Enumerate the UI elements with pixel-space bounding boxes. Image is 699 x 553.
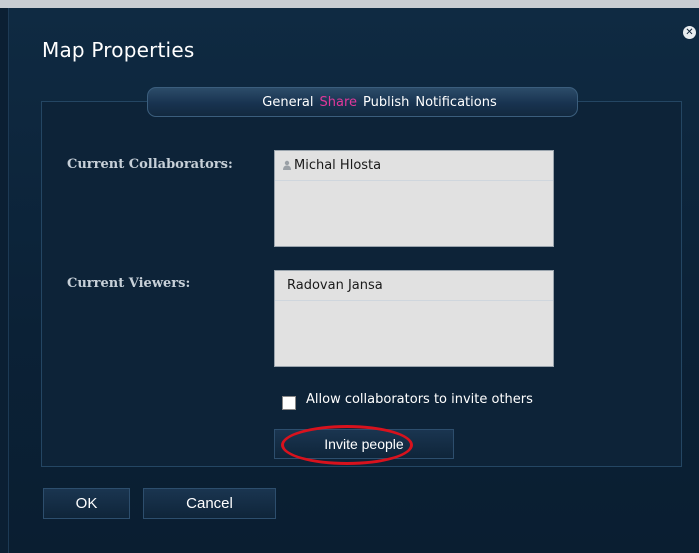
tab-general[interactable]: General bbox=[262, 95, 313, 110]
viewers-label: Current Viewers: bbox=[67, 276, 191, 291]
tab-bar: General Share Publish Notifications bbox=[147, 87, 578, 117]
dialog-title: Map Properties bbox=[42, 38, 195, 62]
viewer-name: Radovan Jansa bbox=[287, 278, 383, 293]
allow-invite-label: Allow collaborators to invite others bbox=[306, 392, 533, 407]
tab-publish[interactable]: Publish bbox=[363, 95, 409, 110]
viewers-list[interactable]: Radovan Jansa bbox=[274, 270, 554, 367]
list-item[interactable]: Radovan Jansa bbox=[275, 271, 553, 301]
tab-share[interactable]: Share bbox=[320, 95, 358, 110]
window-top-strip bbox=[0, 0, 699, 8]
close-icon[interactable]: ✕ bbox=[683, 26, 696, 39]
collaborators-label: Current Collaborators: bbox=[67, 157, 233, 172]
list-item[interactable]: Michal Hlosta bbox=[275, 151, 553, 181]
cancel-button[interactable]: Cancel bbox=[143, 488, 276, 519]
invite-people-button[interactable]: Invite people bbox=[274, 429, 454, 459]
person-icon bbox=[283, 160, 291, 170]
allow-invite-checkbox[interactable] bbox=[282, 396, 296, 410]
invite-people-label: Invite people bbox=[324, 436, 404, 452]
ok-button[interactable]: OK bbox=[43, 488, 130, 519]
collaborators-list[interactable]: Michal Hlosta bbox=[274, 150, 554, 247]
tab-notifications[interactable]: Notifications bbox=[415, 95, 496, 110]
collaborator-name: Michal Hlosta bbox=[294, 158, 382, 173]
